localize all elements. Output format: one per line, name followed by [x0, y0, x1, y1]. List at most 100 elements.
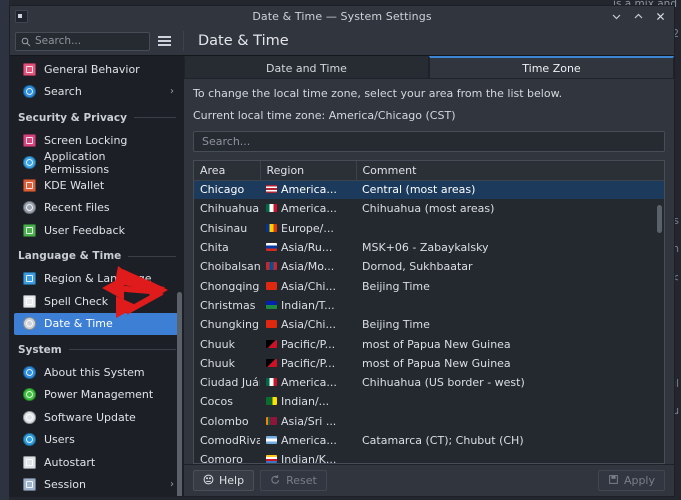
tab-label: Time Zone: [522, 61, 581, 75]
cell-comment: Dornod, Sukhbaatar: [362, 260, 473, 274]
sidebar-item-label: Session: [44, 478, 86, 492]
sidebar-item-kde-wallet[interactable]: KDE Wallet: [14, 174, 180, 197]
tab-bar: Date and Time Time Zone: [184, 56, 674, 79]
cell-region: Asia/Ru...: [260, 238, 356, 257]
cell-comment: [356, 450, 664, 463]
table-row[interactable]: Colombo Asia/Sri ...: [194, 412, 664, 431]
table-row[interactable]: Comoro Indian/K...: [194, 450, 664, 463]
tab-date-and-time[interactable]: Date and Time: [184, 56, 429, 79]
close-button[interactable]: [650, 7, 670, 27]
sidebar-item-software-update[interactable]: Software Update: [14, 406, 180, 429]
main-panel: Date and Time Time Zone To change the loc…: [184, 55, 674, 496]
sidebar-group-language-time: Language & Time: [10, 245, 184, 268]
apply-button[interactable]: Apply: [597, 470, 665, 491]
table-row[interactable]: Christmas Indian/T...: [194, 296, 664, 315]
table-row[interactable]: Cocos Indian/...: [194, 392, 664, 411]
sidebar-item-label: Autostart: [44, 455, 96, 469]
help-button[interactable]: Help: [193, 470, 255, 491]
table-row[interactable]: Chihuahua America... Chihuahua (most areas…: [194, 199, 664, 218]
table-row[interactable]: Chisinau Europe/...: [194, 219, 664, 238]
sidebar-item-user-feedback[interactable]: User Feedback: [14, 219, 180, 242]
sidebar-item-spell-check[interactable]: Spell Check: [14, 290, 180, 313]
cell-region: America...: [260, 373, 356, 392]
cell-region-text: America...: [281, 434, 337, 447]
cell-area: Chongqing: [200, 279, 260, 293]
cell-comment: Chihuahua (most areas): [362, 202, 495, 216]
timezone-search-input[interactable]: Search...: [193, 131, 665, 152]
search-icon: [22, 84, 37, 99]
window-titlebar[interactable]: Date & Time — System Settings: [10, 6, 674, 27]
sidebar: General Behavior Search › Security & Privac…: [10, 55, 184, 496]
sidebar-item-screen-locking[interactable]: Screen Locking: [14, 129, 180, 152]
sidebar-item-autostart[interactable]: Autostart: [14, 451, 180, 474]
column-header-comment[interactable]: Comment: [356, 161, 664, 181]
tab-time-zone[interactable]: Time Zone: [429, 56, 674, 79]
session-icon: [22, 477, 37, 492]
region-language-icon: [22, 271, 37, 286]
sidebar-item-recent-files[interactable]: Recent Files: [14, 197, 180, 220]
recent-files-icon: [22, 200, 37, 215]
cell-region-text: Pacific/P...: [281, 356, 336, 370]
flag-icon: [266, 223, 277, 232]
sidebar-item-application-permissions[interactable]: Application Permissions: [14, 150, 180, 176]
sidebar-item-general-behavior[interactable]: General Behavior: [14, 58, 180, 81]
table-row[interactable]: Choibalsan Asia/Mo... Dornod, Sukhbaatar: [194, 257, 664, 276]
sidebar-scrollbar[interactable]: [177, 292, 182, 496]
sidebar-group-rule: [133, 117, 176, 118]
cell-region: America...: [260, 431, 356, 450]
column-header-region[interactable]: Region: [260, 161, 357, 181]
cell-region: Pacific/P...: [260, 354, 356, 373]
table-row[interactable]: Chita Asia/Ru... MSK+06 - Zabaykalsky: [194, 238, 664, 257]
cell-comment: Central (most areas): [356, 180, 664, 200]
table-row[interactable]: Chongqing Asia/Chi... Beijing Time: [194, 276, 664, 295]
cell-region: Asia/Chi...: [260, 276, 356, 295]
system-settings-window: Date & Time — System Settings Search... …: [9, 5, 675, 497]
cell-region: Pacific/P...: [260, 334, 356, 353]
sidebar-item-power-management[interactable]: Power Management: [14, 384, 180, 407]
cell-area: ComodRiva...: [200, 434, 260, 447]
table-row[interactable]: Chungking Asia/Chi... Beijing Time: [194, 315, 664, 334]
cell-area: Chita: [200, 241, 229, 255]
maximize-button[interactable]: [628, 7, 648, 27]
sidebar-item-search[interactable]: Search ›: [14, 81, 180, 104]
table-row[interactable]: Ciudad Juár... America... Chihuahua (US bo…: [194, 373, 664, 392]
sidebar-item-users[interactable]: Users: [14, 429, 180, 452]
sidebar-item-date-time[interactable]: Date & Time: [14, 312, 180, 335]
sidebar-item-label: About this System: [44, 365, 145, 379]
sidebar-item-region-language[interactable]: Region & Language: [14, 268, 180, 291]
timezone-panel: To change the local time zone, select yo…: [184, 79, 674, 464]
cell-area: Chungking: [200, 318, 259, 332]
table-row[interactable]: Chuuk Pacific/P... most of Papua New Guine…: [194, 354, 664, 373]
table-row[interactable]: ComodRiva... America... Catamarca (CT); Ch…: [194, 431, 664, 450]
table-header-row: Area Region Comment: [194, 161, 664, 181]
sidebar-item-label: General Behavior: [44, 62, 140, 76]
cell-area: Chuuk: [200, 356, 235, 370]
cell-region: Indian/T...: [260, 296, 356, 315]
sidebar-item-label: Screen Locking: [44, 133, 128, 147]
sidebar-search-input[interactable]: Search...: [15, 31, 151, 51]
table-scrollbar[interactable]: [657, 205, 662, 233]
cell-comment: [356, 219, 664, 238]
cell-region-text: America...: [281, 183, 337, 197]
table-body: Chicago America... Central (most areas) Chi…: [194, 180, 664, 463]
cell-region: Europe/...: [260, 219, 356, 238]
flag-icon: [266, 204, 277, 213]
cell-region-text: Indian/...: [281, 395, 330, 409]
window-controls: [606, 6, 670, 27]
hamburger-menu-icon[interactable]: [156, 32, 173, 50]
table-row[interactable]: Chuuk Pacific/P... most of Papua New Guine…: [194, 334, 664, 353]
cell-region-text: Indian/T...: [281, 298, 335, 312]
column-header-area[interactable]: Area: [194, 161, 261, 181]
flag-icon: [266, 397, 277, 406]
autostart-icon: [22, 455, 37, 470]
application-permissions-icon: [22, 155, 37, 170]
minimize-button[interactable]: [606, 7, 626, 27]
flag-icon: [266, 455, 277, 463]
sidebar-item-session[interactable]: Session ›: [14, 474, 180, 497]
table-row[interactable]: Chicago America... Central (most areas): [194, 180, 664, 200]
header-left: Search...: [10, 31, 184, 51]
about-system-icon: [22, 365, 37, 380]
reset-button[interactable]: Reset: [260, 470, 327, 491]
sidebar-item-about-this-system[interactable]: About this System: [14, 361, 180, 384]
flag-icon: [266, 185, 277, 194]
